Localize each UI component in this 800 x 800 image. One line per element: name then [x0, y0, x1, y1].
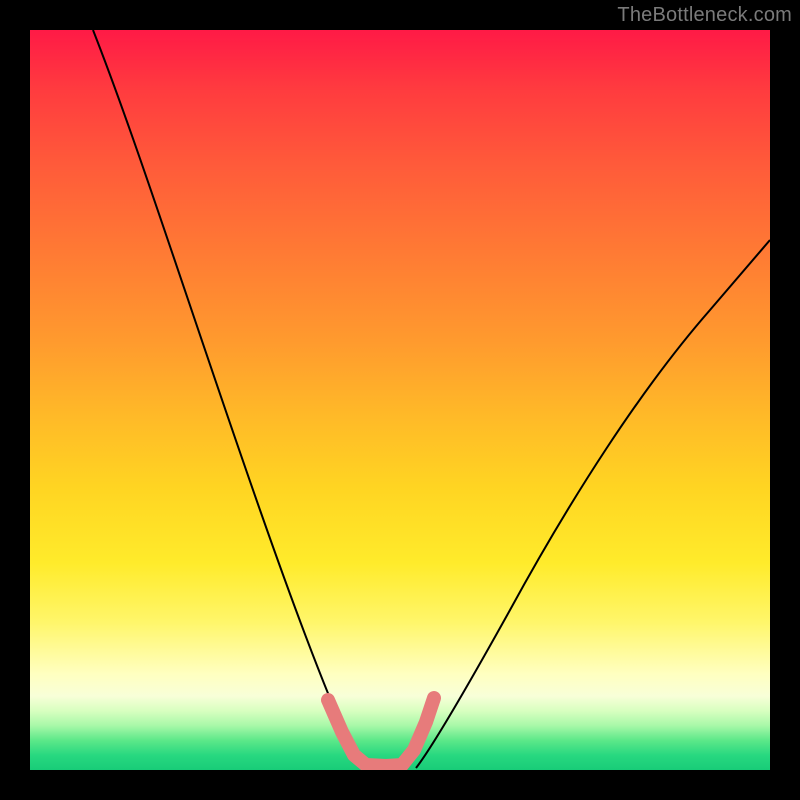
right-bottleneck-curve	[416, 240, 770, 768]
optimal-zone-marker	[328, 698, 434, 766]
watermark-text: TheBottleneck.com	[617, 4, 792, 27]
plot-gradient-background	[30, 30, 770, 770]
left-bottleneck-curve	[93, 30, 370, 768]
curve-layer	[30, 30, 770, 770]
chart-frame: TheBottleneck.com	[0, 0, 800, 800]
